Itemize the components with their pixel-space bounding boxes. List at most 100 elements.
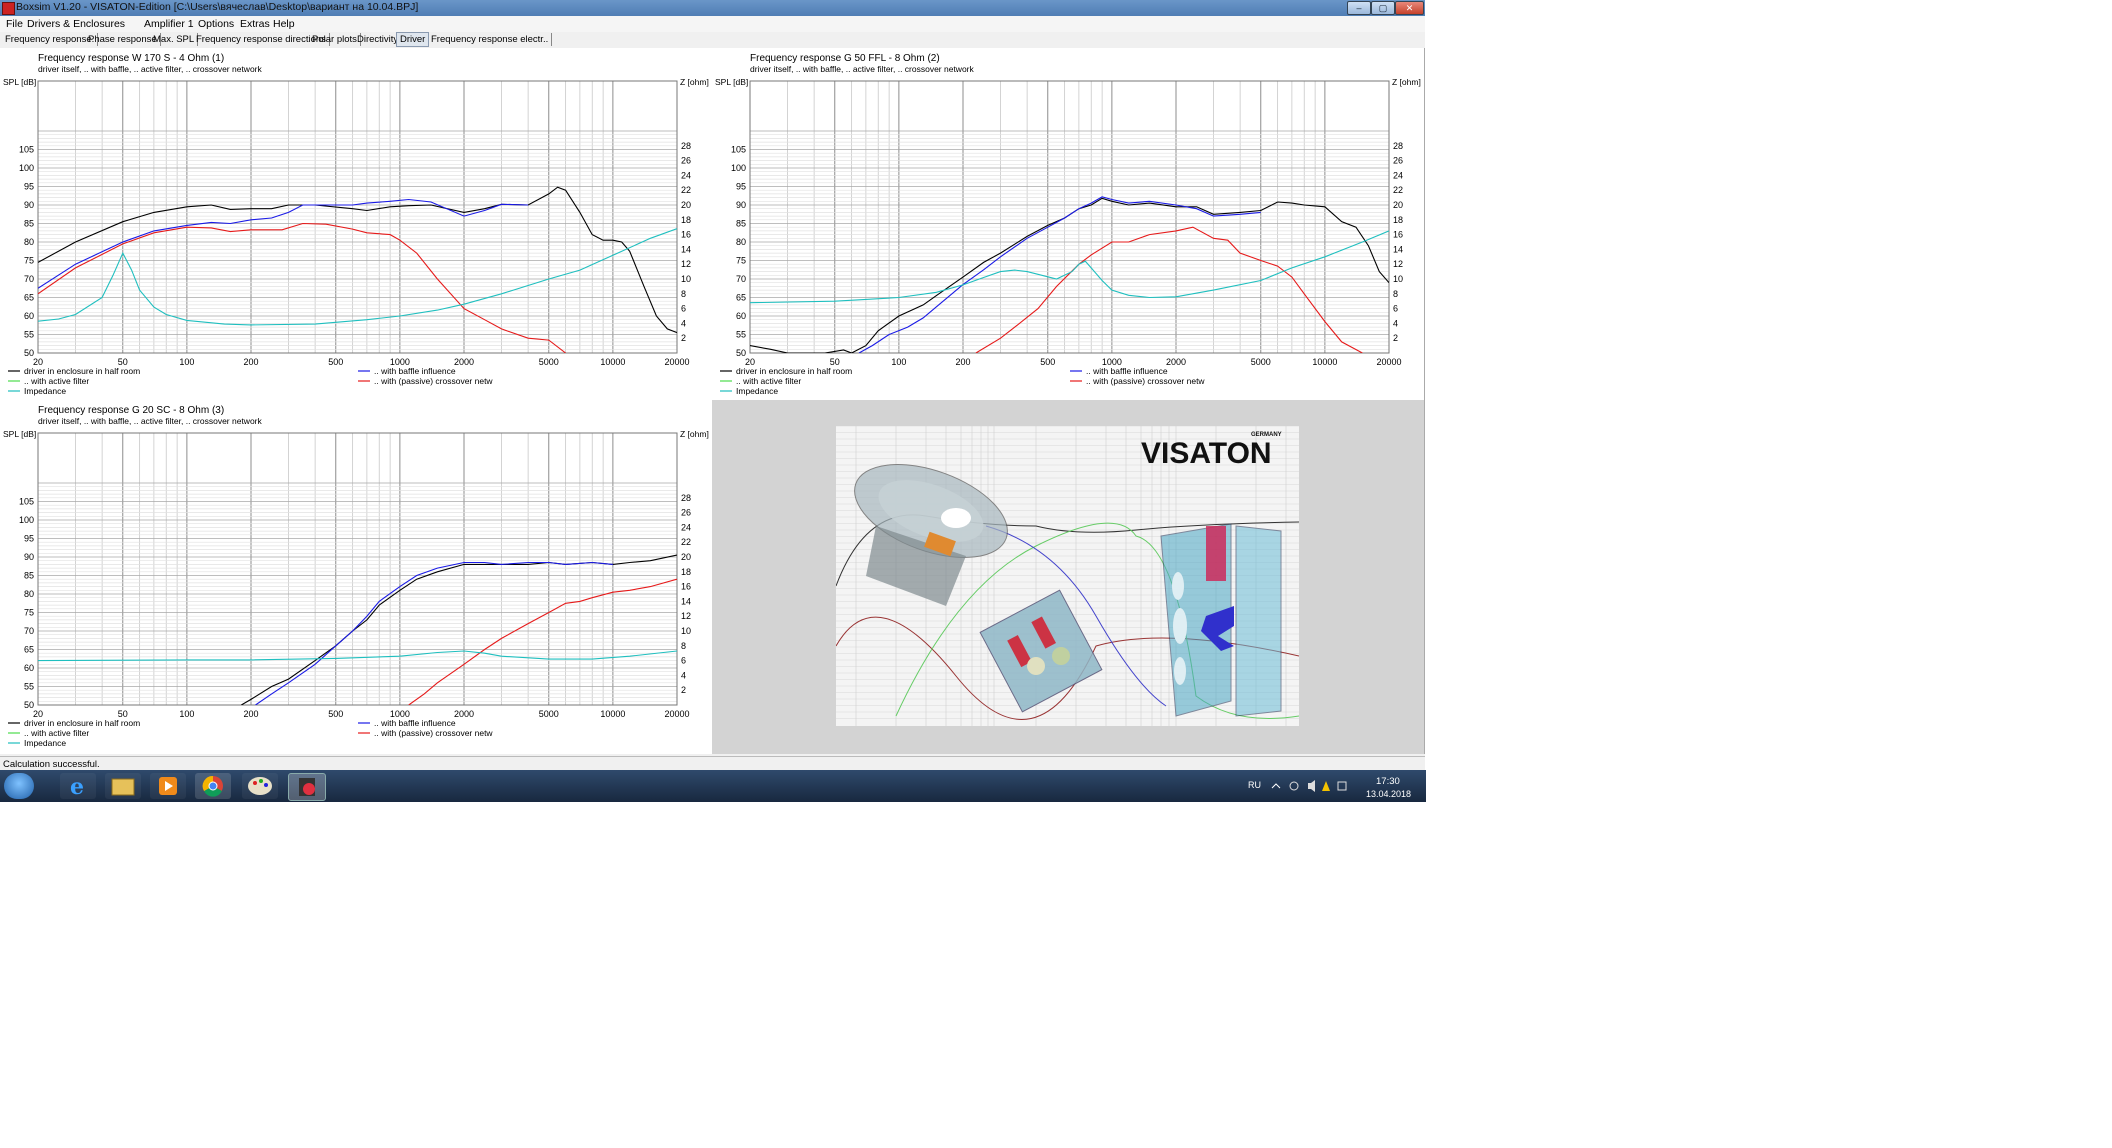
y-left-tick-label: 100 <box>19 163 34 173</box>
system-tray <box>1271 780 1347 792</box>
y-right-tick-label: 22 <box>681 537 691 547</box>
internet-explorer-icon[interactable]: e <box>60 773 96 800</box>
window-title: Boxsim V1.20 - VISATON-Edition [C:\Users… <box>16 1 419 13</box>
chart-subtitle: driver itself, .. with baffle, .. active… <box>750 64 975 74</box>
chart-w170s: Frequency response W 170 S - 4 Ohm (1)dr… <box>3 53 709 396</box>
y-right-tick-label: 26 <box>681 508 691 518</box>
tray-volume-icon <box>1308 780 1315 792</box>
chart-g50ffl: Frequency response G 50 FFL - 8 Ohm (2)d… <box>715 53 1421 396</box>
y-right-tick-label: 8 <box>1393 289 1398 299</box>
y-left-tick-label: 65 <box>24 293 34 303</box>
tray-warning-icon <box>1322 781 1330 791</box>
y-right-tick-label: 12 <box>681 259 691 269</box>
boxsim-taskbar-icon[interactable] <box>288 773 326 801</box>
legend-item: driver in enclosure in half room <box>24 718 140 728</box>
tab-frequency-response-electrical[interactable]: Frequency response electr.. <box>428 33 553 46</box>
y-left-tick-label: 85 <box>24 219 34 229</box>
y-left-tick-label: 100 <box>19 515 34 525</box>
chrome-icon[interactable] <box>195 773 231 799</box>
x-tick-label: 100 <box>891 357 906 367</box>
chart-subtitle: driver itself, .. with baffle, .. active… <box>38 64 263 74</box>
y-left-tick-label: 60 <box>24 311 34 321</box>
y-left-tick-label: 90 <box>736 200 746 210</box>
menu-help[interactable]: Help <box>273 18 295 30</box>
y-right-tick-label: 6 <box>681 304 686 314</box>
y-right-tick-label: 16 <box>681 230 691 240</box>
menu-options[interactable]: Options <box>198 18 234 30</box>
x-tick-label: 20000 <box>664 709 689 719</box>
y-right-tick-label: 18 <box>1393 215 1403 225</box>
clock-time[interactable]: 17:30 <box>1376 776 1400 787</box>
title-bar[interactable]: Boxsim V1.20 - VISATON-Edition [C:\Users… <box>0 0 1425 16</box>
legend-item: .. with active filter <box>24 728 89 738</box>
visaton-splash-image: VISATON GERMANY <box>836 426 1299 726</box>
menu-bar: File Drivers & Enclosures Amplifier 1 Op… <box>0 16 1425 32</box>
y-left-tick-label: 85 <box>24 571 34 581</box>
clock-date[interactable]: 13.04.2018 <box>1366 789 1411 799</box>
menu-amplifier[interactable]: Amplifier 1 <box>144 18 194 30</box>
tab-driver[interactable]: Driver <box>396 32 430 47</box>
x-tick-label: 5000 <box>1251 357 1271 367</box>
y-right-tick-label: 22 <box>681 185 691 195</box>
menu-drivers-enclosures[interactable]: Drivers & Enclosures <box>27 18 125 30</box>
y-right-tick-label: 16 <box>681 582 691 592</box>
maximize-button[interactable]: ▢ <box>1371 1 1395 15</box>
tab-max-spl[interactable]: Max. SPL <box>150 33 199 46</box>
start-orb-icon[interactable] <box>4 773 34 799</box>
x-tick-label: 5000 <box>539 357 559 367</box>
legend-item: Impedance <box>24 738 66 748</box>
visaton-logo: VISATON <box>1141 437 1272 470</box>
grid <box>749 81 1390 354</box>
file-explorer-icon[interactable] <box>105 773 141 799</box>
legend-item: Impedance <box>736 386 778 396</box>
legend-item: Impedance <box>24 386 66 396</box>
language-indicator[interactable]: RU <box>1248 780 1261 790</box>
x-tick-label: 2000 <box>454 709 474 719</box>
tab-frequency-response[interactable]: Frequency response. <box>2 33 99 46</box>
close-button[interactable]: ✕ <box>1395 1 1424 15</box>
y-right-tick-label: 10 <box>681 274 691 284</box>
menu-extras[interactable]: Extras <box>240 18 270 30</box>
y-left-tick-label: 70 <box>24 626 34 636</box>
x-tick-label: 10000 <box>600 357 625 367</box>
legend-item: driver in enclosure in half room <box>24 366 140 376</box>
legend-item: .. with active filter <box>24 376 89 386</box>
splash-graphic: VISATON GERMANY <box>836 426 1299 726</box>
menu-file[interactable]: File <box>6 18 23 30</box>
y-left-tick-label: 105 <box>19 145 34 155</box>
x-tick-label: 10000 <box>1312 357 1337 367</box>
minimize-button[interactable]: – <box>1347 1 1371 15</box>
y-right-tick-label: 12 <box>681 611 691 621</box>
y-left-tick-label: 65 <box>736 293 746 303</box>
y-left-tick-label: 55 <box>736 330 746 340</box>
x-tick-label: 20000 <box>1376 357 1401 367</box>
y-right-tick-label: 28 <box>681 493 691 503</box>
y-left-tick-label: 105 <box>731 145 746 155</box>
y-right-tick-label: 8 <box>681 289 686 299</box>
boxsim-app-icon[interactable] <box>2 2 15 15</box>
media-player-icon[interactable] <box>150 773 186 799</box>
legend-item: .. with baffle influence <box>1086 366 1168 376</box>
y-left-tick-label: 85 <box>736 219 746 229</box>
paint-icon[interactable] <box>242 773 278 799</box>
y-left-tick-label: 95 <box>736 182 746 192</box>
status-text: Calculation successful. <box>3 759 100 770</box>
y-right-axis-label: Z [ohm] <box>1392 77 1421 87</box>
y-right-tick-label: 24 <box>681 522 691 532</box>
chart-subtitle: driver itself, .. with baffle, .. active… <box>38 416 263 426</box>
grid <box>37 433 678 706</box>
y-right-tick-label: 4 <box>681 670 686 680</box>
legend-item: driver in enclosure in half room <box>736 366 852 376</box>
x-tick-label: 5000 <box>539 709 559 719</box>
status-bar: Calculation successful. <box>0 756 1425 771</box>
visaton-logo-germany: GERMANY <box>1251 432 1282 438</box>
y-left-tick-label: 75 <box>736 256 746 266</box>
y-right-tick-label: 10 <box>681 626 691 636</box>
x-tick-label: 200 <box>955 357 970 367</box>
y-right-tick-label: 22 <box>1393 185 1403 195</box>
y-right-tick-label: 8 <box>681 641 686 651</box>
series-line-3 <box>38 650 677 662</box>
y-left-tick-label: 65 <box>24 645 34 655</box>
x-tick-label: 100 <box>179 357 194 367</box>
tab-directivity[interactable]: Directivity <box>354 33 403 46</box>
